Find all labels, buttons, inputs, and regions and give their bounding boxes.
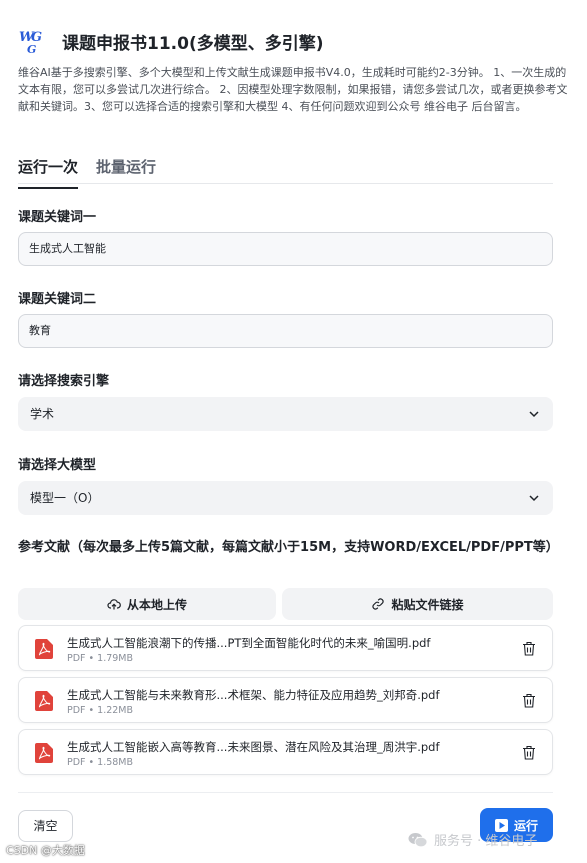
chevron-down-icon [529,495,539,502]
pdf-icon [35,743,53,763]
model-select[interactable]: 模型一（O） [18,481,553,515]
file-item: 生成式人工智能嵌入高等教育...未来图景、潜在风险及其治理_周洪宇.pdf PD… [18,729,553,775]
file-name: 生成式人工智能与未来教育形...术框架、能力特征及应用趋势_刘邦奇.pdf [67,688,440,702]
file-meta: PDF • 1.79MB [67,653,134,664]
search-engine-label: 请选择搜索引擎 [18,374,110,389]
keyword2-input[interactable]: 教育 [18,314,553,348]
link-icon [372,598,385,610]
upload-local-label: 从本地上传 [126,597,187,612]
wechat-icon [408,832,428,847]
tab-batch-run[interactable]: 批量运行 [96,156,156,187]
upload-local-button[interactable]: 从本地上传 [18,588,276,620]
file-meta: PDF • 1.22MB [67,705,134,716]
file-item: 生成式人工智能与未来教育形...术框架、能力特征及应用趋势_刘邦奇.pdf PD… [18,677,553,723]
svg-text:G: G [27,43,36,56]
keyword1-label: 课题关键词一 [18,210,97,225]
app-title: 课题申报书11.0(多模型、多引擎) [62,33,324,54]
app-logo: W G G [19,30,42,56]
search-engine-select[interactable]: 学术 [18,397,553,431]
paste-link-label: 粘贴文件链接 [391,597,464,612]
file-name: 生成式人工智能嵌入高等教育...未来图景、潜在风险及其治理_周洪宇.pdf [67,740,440,754]
watermark-right-text: 服务号 · 维谷电子 [434,834,538,849]
cloud-upload-icon [107,599,121,610]
pdf-icon [35,691,53,711]
search-engine-value: 学术 [30,407,55,421]
keyword1-input[interactable]: 生成式人工智能 [18,232,553,266]
file-meta: PDF • 1.58MB [67,757,134,768]
keyword2-label: 课题关键词二 [18,292,97,307]
footer-divider [18,792,553,793]
paste-link-button[interactable]: 粘贴文件链接 [282,588,553,620]
trash-icon[interactable] [522,693,536,708]
trash-icon[interactable] [522,745,536,760]
references-label: 参考文献（每次最多上传5篇文献，每篇文献小于15M，支持WORD/EXCEL/P… [18,540,559,555]
model-label: 请选择大模型 [18,458,97,473]
tab-run-once[interactable]: 运行一次 [18,156,79,189]
pdf-icon [35,639,53,659]
model-value: 模型一（O） [30,491,100,505]
app-description: 维谷AI基于多搜索引擎、多个大模型和上传文献生成课题申报书V4.0，生成耗时可能… [18,66,568,113]
clear-button[interactable]: 清空 [18,810,73,842]
watermark-left: CSDN @大数据 [6,844,85,857]
trash-icon[interactable] [522,641,536,656]
file-item: 生成式人工智能浪潮下的传播...PT到全面智能化时代的未来_喻国明.pdf PD… [18,625,553,671]
file-name: 生成式人工智能浪潮下的传播...PT到全面智能化时代的未来_喻国明.pdf [67,636,431,650]
chevron-down-icon [529,411,539,418]
tab-bar: 运行一次 批量运行 [18,150,553,189]
app-header: W G G 课题申报书11.0(多模型、多引擎) [18,26,323,56]
watermark-right: 服务号 · 维谷电子 [408,830,537,849]
